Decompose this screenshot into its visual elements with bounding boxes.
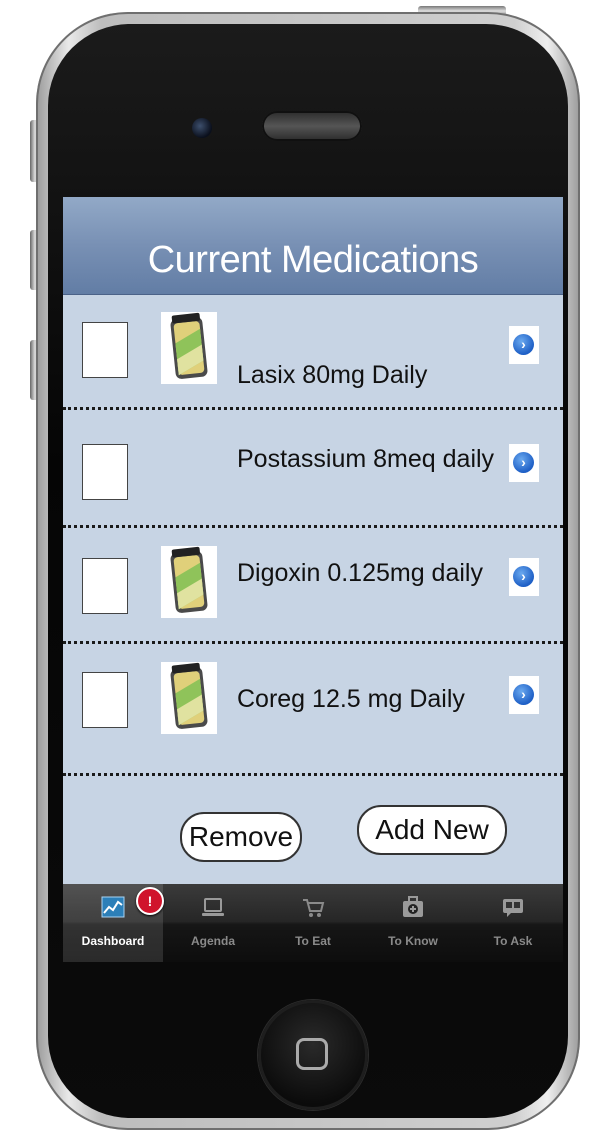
chevron-right-icon: ›: [513, 566, 534, 587]
tab-label: Agenda: [190, 934, 235, 948]
remove-button[interactable]: Remove: [180, 812, 302, 862]
notification-badge: !: [136, 887, 164, 915]
medication-row: Coreg 12.5 mg Daily ›: [63, 642, 563, 776]
chevron-right-icon: ›: [513, 684, 534, 705]
app-screen: Current Medications Lasix 80mg Daily › P…: [63, 197, 563, 917]
tab-label: Dashboard: [81, 934, 145, 948]
tab-label: To Know: [388, 934, 438, 948]
earpiece-speaker: [262, 111, 362, 141]
medication-label: Postassium 8meq daily: [237, 445, 495, 473]
pill-bottle-icon: [161, 312, 217, 384]
pill-bottle-icon: [161, 662, 217, 734]
front-camera: [192, 118, 212, 138]
chevron-right-icon: ›: [513, 452, 534, 473]
disclosure-button[interactable]: ›: [509, 444, 539, 482]
medication-checkbox[interactable]: [82, 558, 128, 614]
medication-row: Digoxin 0.125mg daily ›: [63, 526, 563, 644]
chevron-right-icon: ›: [513, 334, 534, 355]
page-title: Current Medications: [147, 239, 479, 281]
chart-icon: [101, 896, 125, 918]
tab-to-eat[interactable]: To Eat: [263, 884, 363, 962]
disclosure-button[interactable]: ›: [509, 558, 539, 596]
disclosure-button[interactable]: ›: [509, 326, 539, 364]
disclosure-button[interactable]: ›: [509, 676, 539, 714]
medication-label: Digoxin 0.125mg daily: [237, 559, 483, 587]
tab-to-know[interactable]: To Know: [363, 884, 463, 962]
pill-bottle-icon: [161, 546, 217, 618]
cart-icon: [303, 899, 325, 917]
tab-label: To Eat: [295, 934, 331, 948]
medication-label: Coreg 12.5 mg Daily: [237, 685, 465, 713]
laptop-icon: [202, 898, 224, 916]
medication-checkbox[interactable]: [82, 444, 128, 500]
tab-to-ask[interactable]: To Ask: [463, 884, 563, 962]
home-button[interactable]: [258, 1000, 368, 1110]
medication-checkbox[interactable]: [82, 322, 128, 378]
navigation-bar: Current Medications: [63, 197, 563, 295]
add-new-button[interactable]: Add New: [357, 805, 507, 855]
chat-icon: [503, 899, 523, 917]
tab-agenda[interactable]: Agenda: [163, 884, 263, 962]
medication-label: Lasix 80mg Daily: [237, 361, 428, 389]
home-square-icon: [296, 1038, 328, 1070]
medication-row: Postassium 8meq daily ›: [63, 408, 563, 528]
medkit-icon: [403, 896, 423, 917]
medication-row: Lasix 80mg Daily ›: [63, 294, 563, 410]
tab-label: To Ask: [493, 934, 533, 948]
medication-checkbox[interactable]: [82, 672, 128, 728]
